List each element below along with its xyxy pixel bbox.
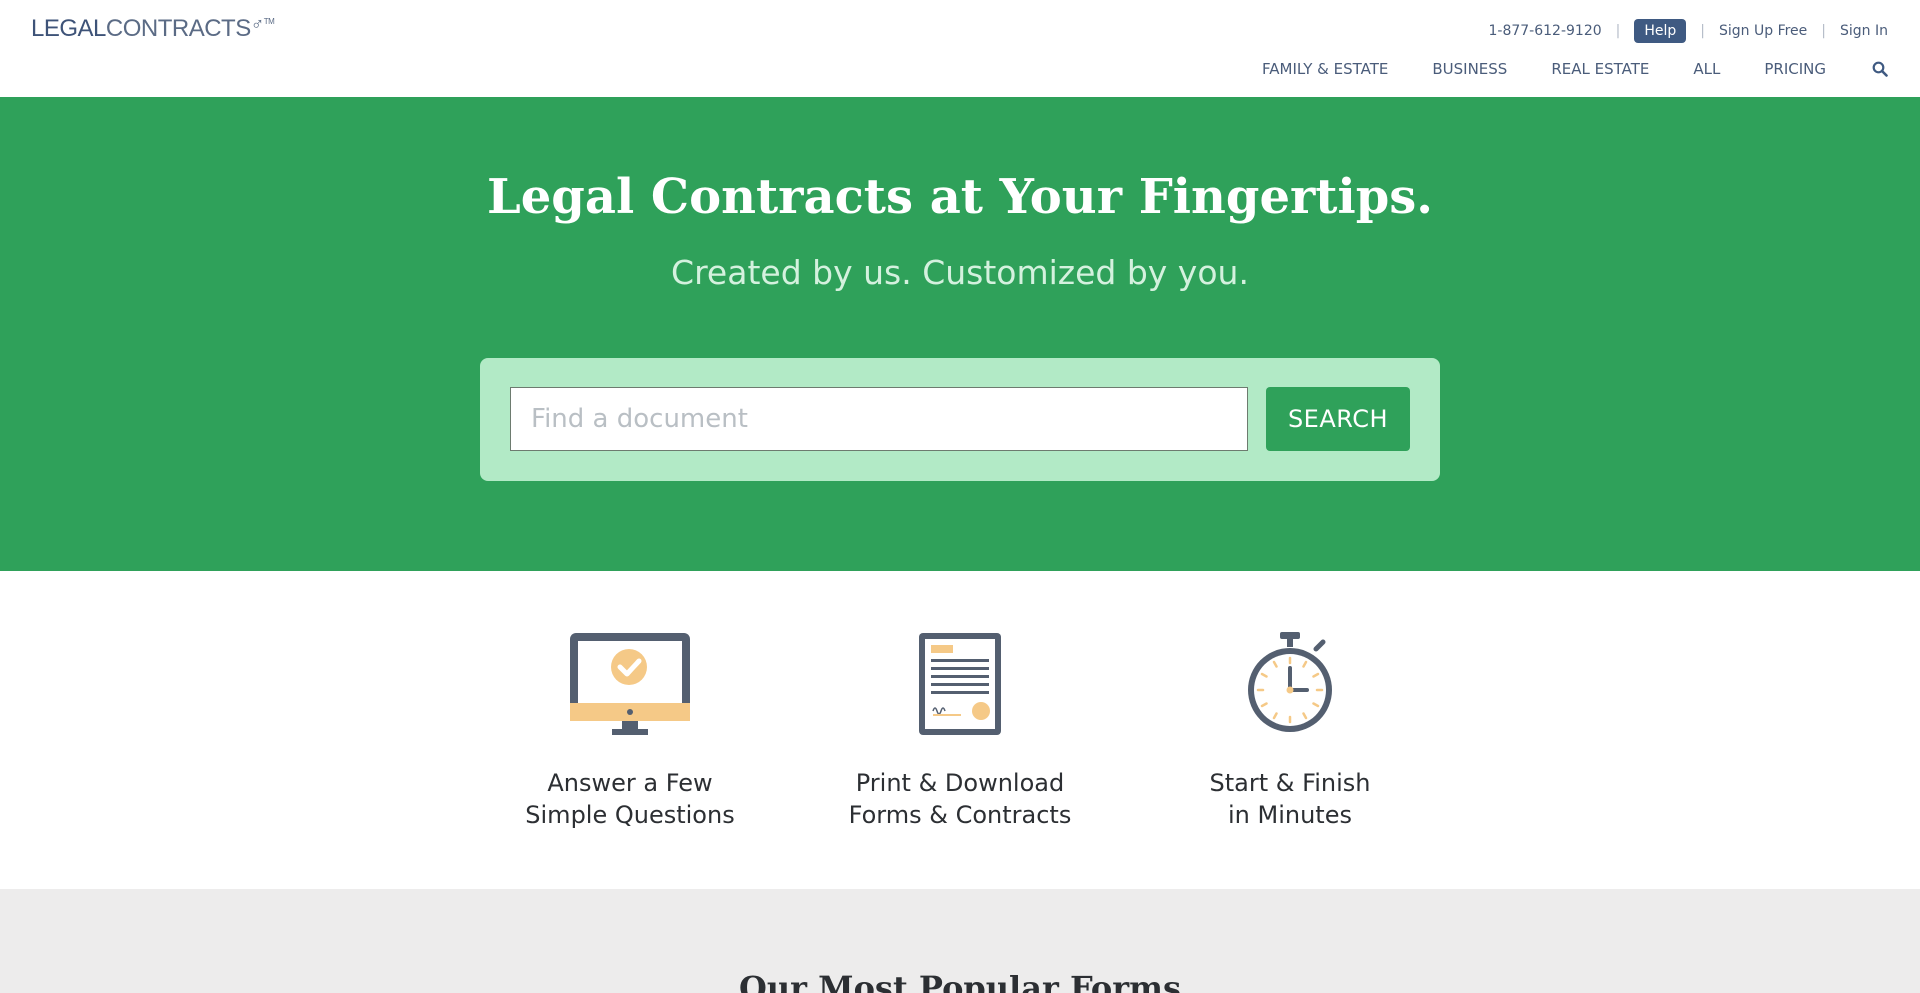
hero-subtitle: Created by us. Customized by you.: [671, 253, 1249, 292]
sign-in-link[interactable]: Sign In: [1840, 23, 1888, 39]
phone-number[interactable]: 1-877-612-9120: [1489, 23, 1602, 39]
nav-item-family-estate[interactable]: FAMILY & ESTATE: [1262, 60, 1388, 78]
utility-separator: |: [1821, 23, 1826, 39]
feature-label: Answer a Few Simple Questions: [480, 767, 780, 831]
search-panel: SEARCH: [480, 358, 1440, 481]
search-icon[interactable]: [1872, 61, 1888, 77]
feature-label: Start & Finish in Minutes: [1140, 767, 1440, 831]
help-button[interactable]: Help: [1634, 19, 1687, 43]
monitor-check-icon: [570, 633, 690, 735]
hero-section: Legal Contracts at Your Fingertips. Crea…: [0, 97, 1920, 571]
nav-item-business[interactable]: BUSINESS: [1432, 60, 1507, 78]
utility-nav: 1-877-612-9120 | Help | Sign Up Free | S…: [1489, 18, 1888, 44]
features-section: Answer a Few Simple Questions Print & Do…: [0, 571, 1920, 889]
search-button[interactable]: SEARCH: [1266, 387, 1410, 451]
stopwatch-icon: [1248, 632, 1332, 732]
feature-print-download: Print & Download Forms & Contracts: [810, 631, 1110, 831]
document-search-input[interactable]: [510, 387, 1248, 451]
feature-label-line: Answer a Few: [547, 769, 713, 797]
logo-mark-icon: ♂: [250, 14, 265, 34]
logo-text-contracts: CONTRACTS: [105, 15, 251, 42]
utility-separator: |: [1615, 23, 1621, 39]
site-header: LEGAL CONTRACTS ♂ TM 1-877-612-9120 | He…: [0, 0, 1920, 97]
nav-item-all[interactable]: ALL: [1693, 60, 1720, 78]
feature-label-line: Simple Questions: [525, 801, 735, 829]
popular-forms-section: Our Most Popular Forms: [0, 889, 1920, 993]
feature-label-line: in Minutes: [1228, 801, 1352, 829]
feature-label-line: Start & Finish: [1209, 769, 1371, 797]
nav-item-real-estate[interactable]: REAL ESTATE: [1551, 60, 1649, 78]
popular-forms-title: Our Most Popular Forms: [739, 969, 1181, 993]
feature-answer-questions: Answer a Few Simple Questions: [480, 631, 780, 831]
nav-item-pricing[interactable]: PRICING: [1764, 60, 1826, 78]
document-icon: [919, 633, 1001, 735]
hero-title: Legal Contracts at Your Fingertips.: [486, 169, 1433, 225]
feature-label-line: Forms & Contracts: [848, 801, 1072, 829]
utility-separator: |: [1700, 23, 1705, 39]
feature-label: Print & Download Forms & Contracts: [810, 767, 1110, 831]
feature-start-finish: Start & Finish in Minutes: [1140, 631, 1440, 831]
feature-label-line: Print & Download: [855, 769, 1065, 797]
main-nav: FAMILY & ESTATE BUSINESS REAL ESTATE ALL…: [1262, 60, 1888, 78]
sign-up-link[interactable]: Sign Up Free: [1719, 23, 1807, 39]
logo-text-legal: LEGAL: [31, 15, 106, 42]
site-logo[interactable]: LEGAL CONTRACTS ♂ TM: [31, 14, 275, 43]
logo-trademark: TM: [263, 17, 275, 26]
